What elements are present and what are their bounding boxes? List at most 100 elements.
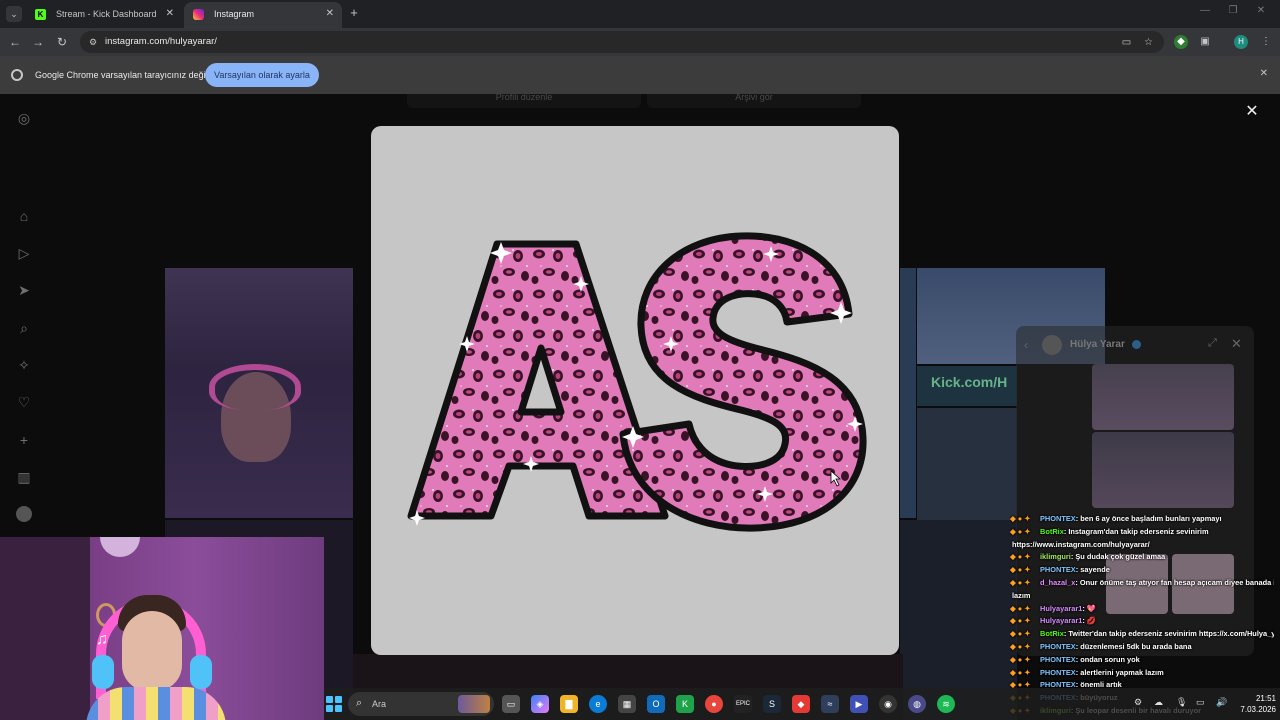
post-tile[interactable] — [917, 408, 1017, 520]
chat-username[interactable]: Hulyayarar1 — [1040, 616, 1082, 625]
close-tab-icon[interactable]: ✕ — [166, 2, 174, 26]
edge-icon[interactable]: e — [589, 695, 607, 713]
chat-username[interactable]: PHONTEX — [1040, 642, 1076, 651]
chat-username[interactable]: PHONTEX — [1040, 565, 1076, 574]
back-icon[interactable]: ← — [7, 34, 23, 50]
chat-badges-icon: ◆ ● ✦ — [1010, 514, 1031, 523]
steam-icon[interactable]: S — [763, 695, 781, 713]
store-icon[interactable]: ▦ — [618, 695, 636, 713]
music-note-icon: ♫ — [96, 631, 108, 648]
chat-username[interactable]: PHONTEX — [1040, 668, 1076, 677]
edit-profile-button[interactable]: Profili düzenle — [407, 94, 641, 108]
letter-s — [619, 232, 867, 532]
search-icon[interactable]: ⌕ — [16, 320, 32, 336]
tray-icon[interactable]: ⚙ — [1134, 697, 1142, 708]
file-explorer-icon[interactable]: ▇ — [560, 695, 578, 713]
chat-badges-icon: ◆ ● ✦ — [1010, 642, 1031, 651]
letter-a — [407, 240, 669, 520]
chat-badges-icon: ◆ ● ✦ — [1010, 616, 1031, 626]
explore-icon[interactable]: ✧ — [16, 357, 32, 373]
windows-start-icon[interactable] — [326, 696, 342, 712]
tray-icon[interactable]: ☁ — [1154, 697, 1163, 708]
post-tile[interactable] — [165, 268, 353, 518]
view-archive-button[interactable]: Arşivi gör — [647, 94, 861, 108]
tab-instagram[interactable]: Instagram ✕ — [184, 2, 342, 28]
clock-time[interactable]: 21:51 — [1248, 694, 1276, 703]
maximize-icon[interactable]: ❐ — [1220, 5, 1246, 16]
volume-icon[interactable]: 🔊 — [1216, 697, 1227, 708]
clock-date[interactable]: 7.03.2026 — [1238, 705, 1276, 714]
app-icon[interactable]: ▶ — [850, 695, 868, 713]
webcam-background — [0, 537, 90, 720]
menu-icon[interactable]: ⋮ — [1259, 35, 1273, 49]
dm-message-image[interactable] — [1092, 364, 1234, 430]
game-app-icon[interactable]: ◆ — [792, 695, 810, 713]
profile-avatar[interactable]: H — [1234, 35, 1248, 49]
chat-badges-icon: ◆ ● ✦ — [1010, 667, 1031, 677]
expand-icon[interactable]: ⤢ — [1208, 337, 1217, 350]
set-default-button[interactable]: Varsayılan olarak ayarla — [205, 63, 319, 87]
network-icon[interactable]: ▭ — [1196, 697, 1205, 708]
spotify-icon[interactable]: ≋ — [937, 695, 955, 713]
cast-icon[interactable]: ▭ — [1120, 36, 1133, 49]
heart-icon[interactable]: ♡ — [16, 394, 32, 410]
close-window-icon[interactable]: ✕ — [1248, 5, 1274, 16]
extensions-icon[interactable]: ▣ — [1198, 35, 1212, 49]
close-icon[interactable]: ✕ — [1231, 336, 1242, 352]
dm-header: ‹ Hülya Yarar ⤢ ✕ — [1016, 326, 1254, 364]
profile-icon[interactable] — [16, 506, 32, 522]
chat-username[interactable]: iklimguri — [1040, 552, 1071, 561]
chat-username[interactable]: BotRix — [1040, 527, 1064, 536]
taskbar-search[interactable]: ⌕ Ara — [348, 692, 494, 716]
address-bar[interactable]: ⚙ instagram.com/hulyayarar/ ▭ ☆ — [80, 31, 1164, 53]
back-icon[interactable]: ‹ — [1024, 338, 1028, 352]
home-icon[interactable]: ⌂ — [16, 208, 32, 224]
chrome-icon[interactable]: ● — [705, 695, 723, 713]
site-info-icon[interactable]: ⚙ — [87, 36, 99, 48]
tab-title: Instagram — [214, 9, 255, 19]
forward-icon[interactable]: → — [30, 34, 46, 50]
minimize-icon[interactable]: — — [1192, 5, 1218, 16]
headset-ear-right — [190, 655, 212, 689]
new-tab-button[interactable]: + — [346, 5, 362, 21]
create-icon[interactable]: + — [16, 432, 32, 448]
reload-icon[interactable]: ↻ — [54, 34, 70, 50]
copilot-icon[interactable]: ◈ — [531, 695, 549, 713]
chat-username[interactable]: PHONTEX — [1040, 655, 1076, 664]
obs-icon[interactable]: ◉ — [879, 695, 897, 713]
chat-username[interactable]: d_hazal_x — [1040, 578, 1075, 587]
task-view-icon[interactable]: ▭ — [502, 695, 520, 713]
chat-message: lazım — [1010, 591, 1274, 602]
chat-message: ◆ ● ✦ d_hazal_x: Onur önüme taş atıyor fa… — [1010, 578, 1274, 589]
post-tile[interactable]: Kick.com/H — [917, 366, 1017, 406]
instagram-icon[interactable]: ◎ — [16, 110, 32, 126]
search-placeholder: Ara — [372, 699, 387, 709]
send-icon[interactable]: ➤ — [16, 282, 32, 298]
dm-message-image[interactable] — [1092, 432, 1234, 508]
kick-app-icon[interactable]: K — [676, 695, 694, 713]
close-icon[interactable]: ✕ — [1243, 103, 1261, 121]
chat-username[interactable]: BotRix — [1040, 629, 1064, 638]
outlook-icon[interactable]: O — [647, 695, 665, 713]
bookmark-star-icon[interactable]: ☆ — [1142, 36, 1155, 49]
shield-extension-icon[interactable]: ◆ — [1174, 35, 1188, 49]
chat-badges-icon: ◆ ● ✦ — [1010, 603, 1031, 613]
chat-text: : 💖 — [1082, 603, 1097, 613]
bird-app-icon[interactable]: ≈ — [821, 695, 839, 713]
chat-text: : Instagram'dan takip ederseniz seviniri… — [1063, 526, 1209, 536]
post-tile[interactable] — [900, 268, 916, 518]
epic-games-icon[interactable]: EPIC — [734, 695, 752, 713]
tab-kick-dashboard[interactable]: K Stream - Kick Dashboard ✕ — [26, 2, 182, 28]
sweater-shape — [86, 687, 226, 720]
chat-username[interactable]: PHONTEX — [1040, 514, 1076, 523]
chat-username[interactable]: Hulyayarar1 — [1040, 604, 1082, 613]
close-infobar-icon[interactable]: ✕ — [1260, 68, 1268, 79]
stats-icon[interactable]: ▥ — [16, 469, 32, 485]
tab-search-button[interactable]: ⌄ — [6, 6, 22, 22]
app-icon[interactable]: ◍ — [908, 695, 926, 713]
kick-url-text: Kick.com/H — [931, 374, 1008, 390]
reels-icon[interactable]: ▷ — [16, 245, 32, 261]
microphone-icon[interactable]: 🎙 — [1176, 697, 1187, 708]
close-tab-icon[interactable]: ✕ — [326, 2, 334, 26]
chat-message: ◆ ● ✦ PHONTEX: ben 6 ay önce başladım bun… — [1010, 514, 1274, 525]
